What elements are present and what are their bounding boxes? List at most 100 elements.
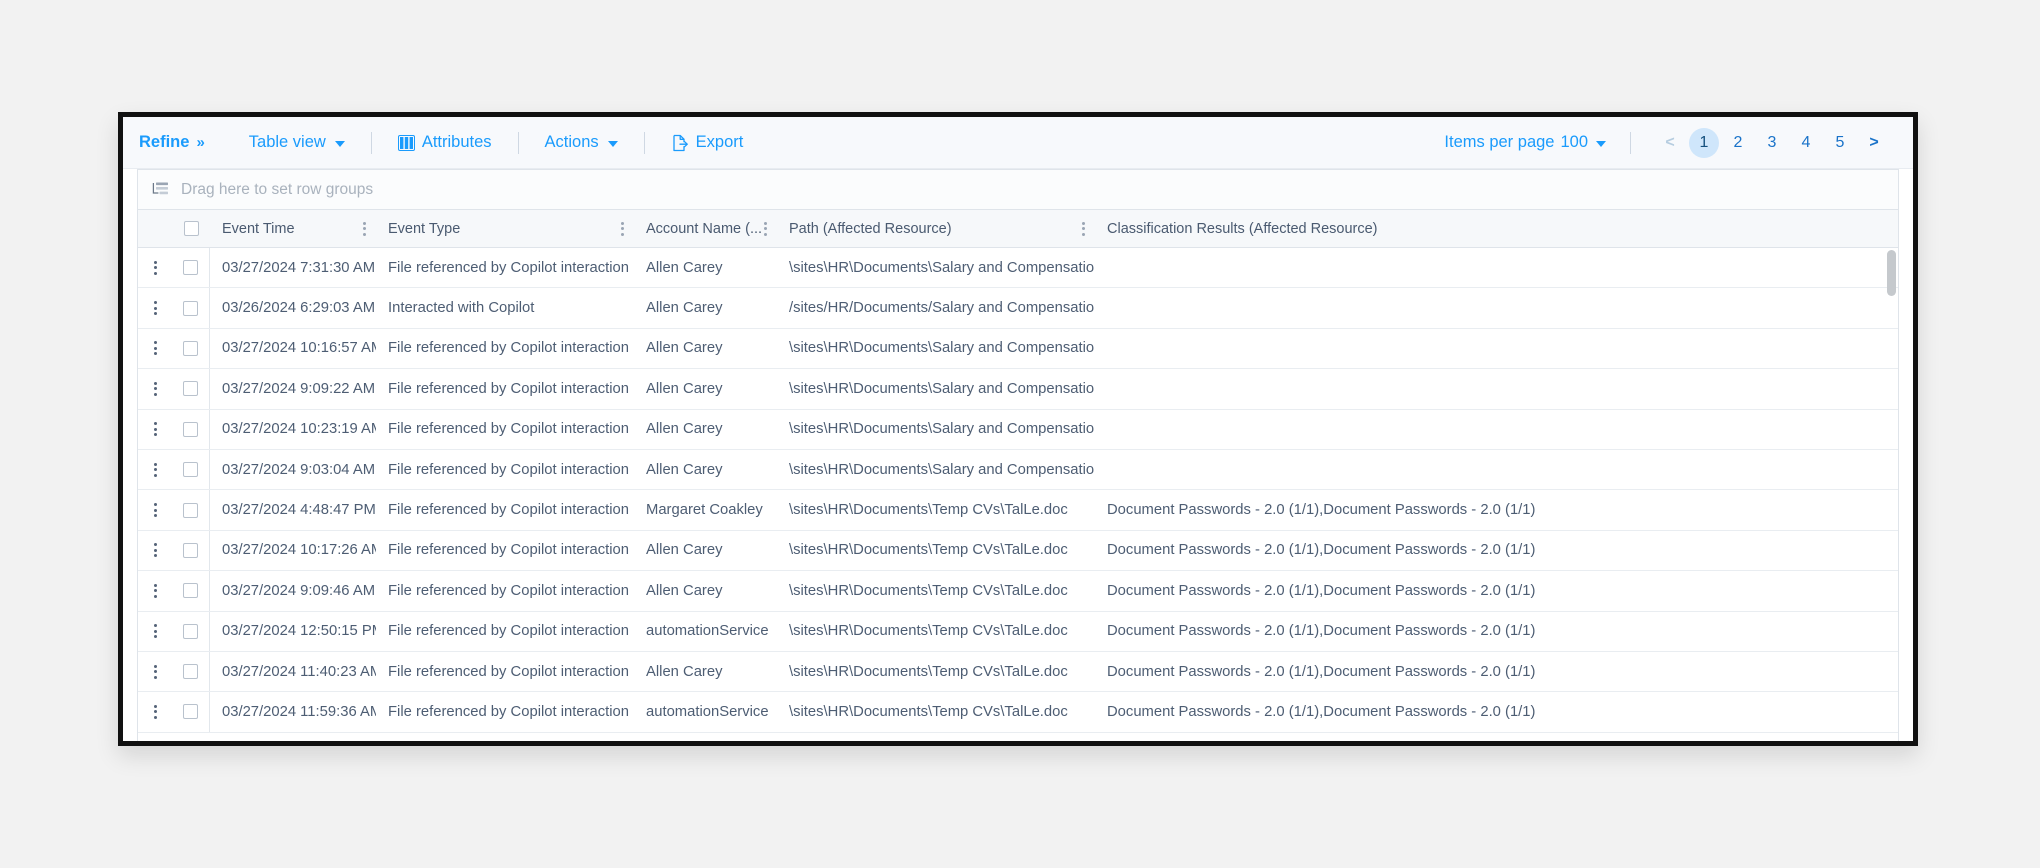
row-select-cell[interactable] — [172, 651, 210, 692]
row-actions-menu-icon[interactable] — [138, 652, 172, 691]
row-actions-menu-icon[interactable] — [138, 612, 172, 651]
row-actions-menu-icon[interactable] — [138, 490, 172, 529]
row-checkbox[interactable] — [183, 381, 198, 397]
table-row[interactable]: 03/27/2024 10:23:19 AM File referenced by… — [138, 409, 1898, 450]
cell-path: /sites/HR/Documents/Salary and Compensat… — [789, 300, 1095, 317]
column-header-label: Event Time — [222, 220, 295, 237]
row-actions-menu-icon[interactable] — [138, 571, 172, 610]
table-row[interactable]: 03/27/2024 11:59:36 AM File referenced by… — [138, 692, 1898, 733]
row-checkbox[interactable] — [183, 300, 198, 316]
table-row[interactable]: 03/27/2024 9:09:46 AM File referenced by … — [138, 571, 1898, 612]
column-header-path[interactable]: Path (Affected Resource) — [777, 210, 1095, 247]
row-actions-menu-icon[interactable] — [138, 369, 172, 408]
row-actions-menu-icon[interactable] — [138, 692, 172, 731]
table-row[interactable]: 03/27/2024 12:50:15 PM File referenced by… — [138, 611, 1898, 652]
row-select-cell[interactable] — [172, 369, 210, 409]
pagination-divider — [1630, 131, 1631, 154]
cell-event-type: File referenced by Copilot interaction — [388, 663, 629, 680]
row-checkbox[interactable] — [183, 664, 198, 680]
export-button[interactable]: Export — [669, 129, 746, 156]
column-header-classification-results[interactable]: Classification Results (Affected Resourc… — [1095, 210, 1898, 247]
pagination-page-3[interactable]: 3 — [1757, 128, 1787, 158]
row-actions-menu-icon[interactable] — [138, 288, 172, 327]
cell-event-time: 03/27/2024 9:03:04 AM — [222, 461, 376, 478]
column-menu-icon[interactable] — [764, 221, 767, 236]
vertical-scrollbar[interactable] — [1887, 250, 1896, 739]
items-per-page-dropdown[interactable]: Items per page 100 — [1444, 133, 1606, 152]
row-checkbox[interactable] — [183, 704, 198, 720]
cell-event-time: 03/27/2024 11:59:36 AM — [222, 703, 376, 720]
row-select-cell[interactable] — [172, 692, 210, 732]
refine-button[interactable]: Refine » — [137, 129, 205, 156]
actions-dropdown[interactable]: Actions — [543, 129, 620, 156]
pagination-page-1[interactable]: 1 — [1689, 127, 1719, 158]
row-actions-menu-icon[interactable] — [138, 248, 172, 287]
vertical-scrollbar-thumb[interactable] — [1887, 250, 1896, 296]
column-menu-icon[interactable] — [621, 221, 624, 236]
row-select-cell[interactable] — [172, 248, 210, 288]
cell-path: \sites\HR\Documents\Salary and Compensat… — [789, 259, 1095, 276]
row-actions-menu-icon[interactable] — [138, 450, 172, 489]
row-select-cell[interactable] — [172, 611, 210, 651]
pagination-page-2[interactable]: 2 — [1723, 128, 1753, 158]
row-select-cell[interactable] — [172, 409, 210, 449]
row-checkbox[interactable] — [183, 502, 198, 518]
pagination-page-4[interactable]: 4 — [1791, 128, 1821, 158]
table-row[interactable]: 03/27/2024 4:48:47 PM File referenced by … — [138, 490, 1898, 531]
export-label: Export — [695, 133, 744, 151]
attributes-button[interactable]: Attributes — [396, 129, 494, 156]
row-select-cell[interactable] — [172, 328, 210, 369]
row-actions-menu-icon[interactable] — [138, 410, 172, 449]
column-menu-icon[interactable] — [363, 221, 366, 236]
column-header-event-time[interactable]: Event Time — [210, 210, 376, 247]
row-select-cell[interactable] — [172, 449, 210, 490]
row-checkbox[interactable] — [183, 260, 198, 276]
row-checkbox[interactable] — [183, 462, 198, 478]
pagination-prev[interactable]: < — [1655, 128, 1685, 158]
table-row[interactable]: 03/27/2024 9:03:04 AM File referenced by … — [138, 449, 1898, 491]
column-header-account-name[interactable]: Account Name (... — [634, 210, 777, 247]
pagination-next[interactable]: > — [1859, 128, 1889, 158]
row-checkbox[interactable] — [183, 421, 198, 437]
cell-account-name: Allen Carey — [646, 461, 723, 478]
pagination-page-5[interactable]: 5 — [1825, 128, 1855, 158]
file-export-icon — [671, 134, 689, 152]
row-actions-menu-icon[interactable] — [138, 329, 172, 368]
row-checkbox[interactable] — [183, 340, 198, 356]
row-select-cell[interactable] — [172, 530, 210, 571]
items-per-page-value: 100 — [1560, 133, 1588, 151]
table-row[interactable]: 03/26/2024 6:29:03 AM Interacted with Cop… — [138, 288, 1898, 329]
cell-event-time: 03/27/2024 4:48:47 PM — [222, 502, 376, 519]
row-checkbox[interactable] — [183, 623, 198, 639]
row-group-drop-zone[interactable]: Drag here to set row groups — [138, 170, 1898, 210]
table-view-dropdown[interactable]: Table view — [247, 129, 347, 156]
cell-account-name: Margaret Coakley — [646, 502, 763, 519]
toolbar-divider — [370, 131, 372, 154]
row-checkbox[interactable] — [183, 542, 198, 558]
row-select-cell[interactable] — [172, 571, 210, 611]
column-header-event-type[interactable]: Event Type — [376, 210, 634, 247]
row-checkbox[interactable] — [183, 583, 198, 599]
table-row[interactable]: 03/27/2024 9:09:22 AM File referenced by … — [138, 369, 1898, 410]
toolbar-divider-3 — [643, 131, 645, 154]
row-select-cell[interactable] — [172, 490, 210, 530]
table-row[interactable]: 03/27/2024 11:40:23 AM File referenced by… — [138, 651, 1898, 693]
table-row[interactable]: 03/27/2024 10:17:26 AM File referenced by… — [138, 530, 1898, 572]
column-header-label: Event Type — [388, 220, 461, 237]
header-select-all-cell[interactable] — [172, 210, 210, 247]
chevron-down-icon — [1596, 140, 1606, 147]
column-menu-icon[interactable] — [1082, 221, 1085, 236]
cell-account-name: Allen Carey — [646, 380, 723, 397]
table-row[interactable]: 03/27/2024 10:16:57 AM File referenced by… — [138, 328, 1898, 370]
cell-classification-results — [1095, 410, 1898, 449]
toolbar-left-group: Refine » Table view Attributes Actions E… — [137, 129, 745, 156]
cell-classification-results: Document Passwords - 2.0 (1/1),Document … — [1107, 623, 1536, 640]
cell-path: \sites\HR\Documents\Salary and Compensat… — [789, 380, 1095, 397]
select-all-checkbox[interactable] — [184, 221, 199, 236]
table-row[interactable]: 03/27/2024 7:31:30 AM File referenced by … — [138, 248, 1898, 289]
row-actions-menu-icon[interactable] — [138, 531, 172, 570]
cell-path: \sites\HR\Documents\Temp CVs\TalLe.doc — [789, 502, 1068, 519]
column-header-label: Account Name (... — [646, 220, 763, 237]
row-select-cell[interactable] — [172, 288, 210, 328]
cell-classification-results — [1095, 248, 1898, 287]
